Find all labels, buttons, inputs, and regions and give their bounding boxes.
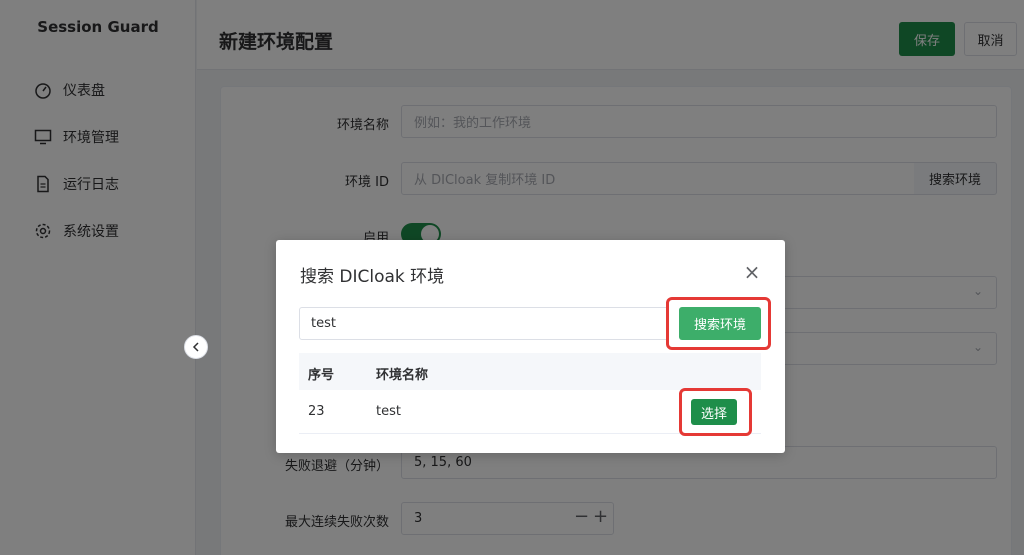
row-index: 23 (308, 404, 325, 419)
dialog-search-button[interactable]: 搜索环境 (679, 307, 761, 340)
dialog-title: 搜索 DICloak 环境 (300, 267, 445, 287)
close-icon[interactable]: × (742, 262, 762, 282)
select-button[interactable]: 选择 (691, 399, 737, 425)
column-index: 序号 (308, 368, 335, 383)
dialog-search-input[interactable]: test (299, 307, 669, 340)
row-env-name: test (376, 404, 401, 419)
chevron-left-icon (192, 342, 199, 352)
search-dialog: 搜索 DICloak 环境 × test 搜索环境 序号 环境名称 23 tes… (276, 240, 785, 453)
column-env-name: 环境名称 (376, 368, 429, 383)
collapse-sidebar-button[interactable] (184, 335, 208, 359)
table-header: 序号 环境名称 (299, 353, 761, 390)
